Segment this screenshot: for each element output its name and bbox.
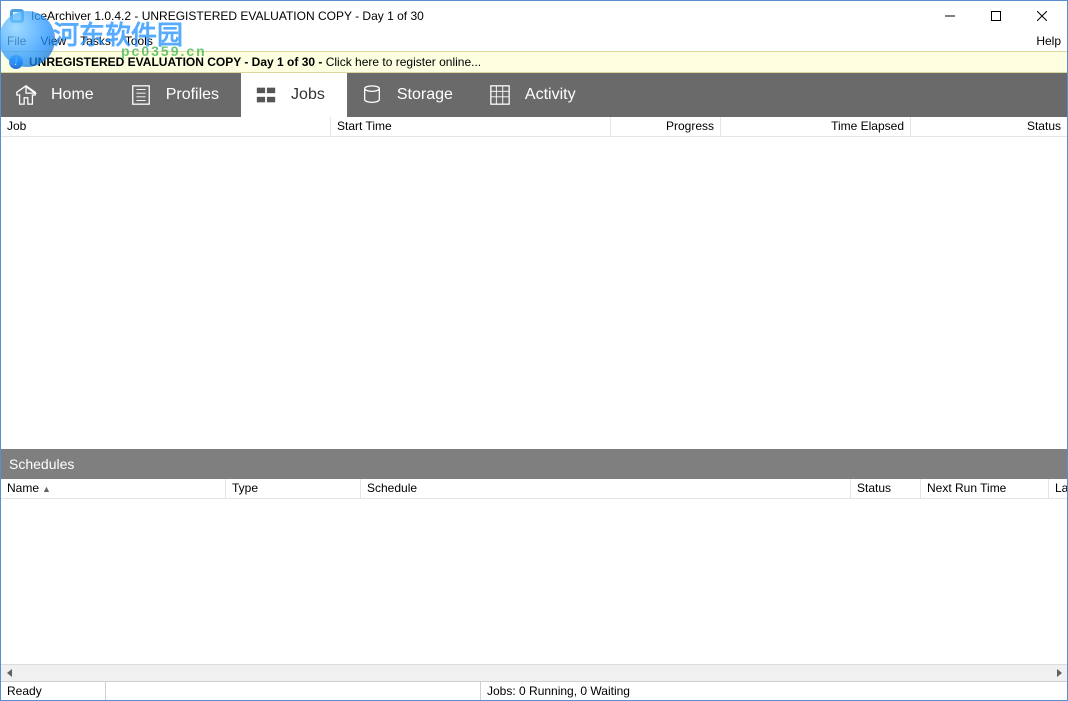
- menubar: File View Tasks Tools Help: [1, 31, 1067, 51]
- titlebar: IceArchiver 1.0.4.2 - UNREGISTERED EVALU…: [1, 1, 1067, 31]
- window-controls: [927, 1, 1065, 31]
- tab-home-label: Home: [51, 86, 94, 104]
- schedules-header: Name▲ Type Schedule Status Next Run Time…: [1, 479, 1067, 499]
- jobs-body: [1, 137, 1067, 449]
- col-sched-schedule[interactable]: Schedule: [361, 479, 851, 498]
- home-icon: [15, 84, 37, 106]
- schedules-title: Schedules: [1, 449, 1067, 479]
- col-sched-next-run[interactable]: Next Run Time: [921, 479, 1049, 498]
- maximize-button[interactable]: [973, 1, 1019, 31]
- scroll-track[interactable]: [18, 665, 1050, 682]
- status-jobs: Jobs: 0 Running, 0 Waiting: [481, 682, 1067, 700]
- status-ready: Ready: [1, 682, 106, 700]
- jobs-header: Job Start Time Progress Time Elapsed Sta…: [1, 117, 1067, 137]
- tab-jobs-label: Jobs: [291, 86, 325, 104]
- status-empty: [106, 682, 481, 700]
- profiles-icon: [130, 84, 152, 106]
- sort-asc-icon: ▲: [42, 484, 51, 494]
- menu-view[interactable]: View: [40, 34, 66, 48]
- storage-icon: [361, 84, 383, 106]
- close-button[interactable]: [1019, 1, 1065, 31]
- col-progress[interactable]: Progress: [611, 117, 721, 136]
- window-title: IceArchiver 1.0.4.2 - UNREGISTERED EVALU…: [31, 9, 424, 23]
- col-sched-status[interactable]: Status: [851, 479, 921, 498]
- jobs-icon: [255, 84, 277, 106]
- schedules-hscroll[interactable]: [1, 664, 1067, 681]
- tab-storage[interactable]: Storage: [347, 73, 475, 117]
- jobs-panel: Job Start Time Progress Time Elapsed Sta…: [1, 117, 1067, 449]
- app-window: IceArchiver 1.0.4.2 - UNREGISTERED EVALU…: [0, 0, 1068, 701]
- col-sched-type[interactable]: Type: [226, 479, 361, 498]
- register-banner[interactable]: i UNREGISTERED EVALUATION COPY - Day 1 o…: [1, 51, 1067, 73]
- col-start-time[interactable]: Start Time: [331, 117, 611, 136]
- col-sched-last[interactable]: La: [1049, 479, 1067, 498]
- tab-jobs[interactable]: Jobs: [241, 73, 347, 117]
- col-status[interactable]: Status: [911, 117, 1067, 136]
- menu-file[interactable]: File: [7, 34, 26, 48]
- minimize-button[interactable]: [927, 1, 973, 31]
- col-sched-name[interactable]: Name▲: [1, 479, 226, 498]
- tab-storage-label: Storage: [397, 86, 453, 104]
- schedules-panel: Schedules Name▲ Type Schedule Status Nex…: [1, 449, 1067, 681]
- banner-text: UNREGISTERED EVALUATION COPY - Day 1 of …: [29, 55, 481, 69]
- schedules-body: [1, 499, 1067, 664]
- menu-help[interactable]: Help: [1036, 34, 1061, 48]
- tabbar: Home Profiles Jobs Storage Activity: [1, 73, 1067, 117]
- col-time-elapsed[interactable]: Time Elapsed: [721, 117, 911, 136]
- tab-profiles[interactable]: Profiles: [116, 73, 241, 117]
- info-icon: i: [9, 55, 23, 69]
- statusbar: Ready Jobs: 0 Running, 0 Waiting: [1, 681, 1067, 700]
- tab-activity-label: Activity: [525, 86, 576, 104]
- scroll-right-icon[interactable]: [1050, 665, 1067, 682]
- tab-activity[interactable]: Activity: [475, 73, 598, 117]
- col-job[interactable]: Job: [1, 117, 331, 136]
- app-icon: [9, 8, 25, 24]
- tab-home[interactable]: Home: [1, 73, 116, 117]
- tab-profiles-label: Profiles: [166, 86, 219, 104]
- menu-tools[interactable]: Tools: [125, 34, 153, 48]
- activity-icon: [489, 84, 511, 106]
- menu-tasks[interactable]: Tasks: [80, 34, 111, 48]
- scroll-left-icon[interactable]: [1, 665, 18, 682]
